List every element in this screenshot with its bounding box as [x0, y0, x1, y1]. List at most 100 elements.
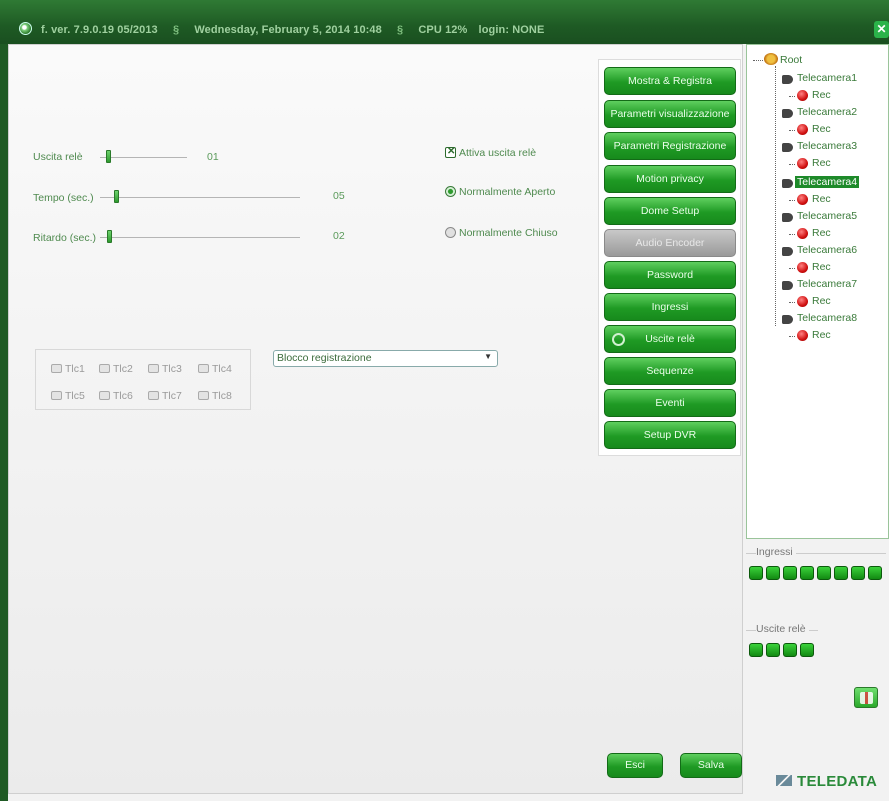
tlc-label: Tlc8	[212, 390, 232, 402]
tree-connector	[789, 164, 795, 165]
window-left-border	[0, 44, 8, 801]
ritardo-label: Ritardo (sec.)	[33, 232, 97, 244]
tree-camera[interactable]: Telecamera1	[797, 72, 857, 84]
checkbox-icon	[99, 391, 110, 400]
camera-icon	[782, 143, 793, 152]
menu-sequenze[interactable]: Sequenze	[604, 357, 736, 385]
menu-audio-encoder: Audio Encoder	[604, 229, 736, 257]
tree-camera[interactable]: Telecamera8	[797, 312, 857, 324]
tree-rec[interactable]: Rec	[812, 193, 831, 205]
tree-rec[interactable]: Rec	[812, 157, 831, 169]
rec-icon	[797, 296, 808, 307]
attiva-uscita-checkbox[interactable]	[445, 146, 456, 158]
menu-parametri-registrazione[interactable]: Parametri Registrazione	[604, 132, 736, 160]
menu-motion-privacy[interactable]: Motion privacy	[604, 165, 736, 193]
tree-rec[interactable]: Rec	[812, 261, 831, 273]
camera-icon	[782, 281, 793, 290]
normalmente-chiuso-radio[interactable]	[445, 227, 456, 238]
tlc-checkbox[interactable]: Tlc7	[148, 390, 182, 402]
tree-connector	[789, 234, 795, 235]
cpu-text: CPU 12%	[418, 24, 468, 36]
chevron-down-icon: ▼	[484, 352, 492, 361]
menu-password[interactable]: Password	[604, 261, 736, 289]
ingresso-led	[800, 566, 814, 580]
brand-text: TELEDATA	[797, 773, 878, 790]
tree-camera-selected[interactable]: Telecamera4	[795, 176, 860, 188]
tlc-label: Tlc2	[113, 363, 133, 375]
ritardo-slider-thumb[interactable]	[107, 230, 112, 243]
uscita-led	[766, 643, 780, 657]
title-bar: f. ver. 7.9.0.19 05/2013 § Wednesday, Fe…	[0, 0, 889, 44]
ritardo-value: 02	[333, 230, 345, 242]
tlc-label: Tlc7	[162, 390, 182, 402]
title-text: f. ver. 7.9.0.19 05/2013 § Wednesday, Fe…	[41, 24, 544, 36]
tree-rec[interactable]: Rec	[812, 123, 831, 135]
tlc-checkbox[interactable]: Tlc8	[198, 390, 232, 402]
tree-camera[interactable]: Telecamera2	[797, 106, 857, 118]
tree-connector	[789, 96, 795, 97]
tree-root[interactable]: Root	[780, 54, 802, 66]
tree-rec[interactable]: Rec	[812, 227, 831, 239]
rec-icon	[797, 90, 808, 101]
tempo-slider-thumb[interactable]	[114, 190, 119, 203]
menu-setup-dvr[interactable]: Setup DVR	[604, 421, 736, 449]
tlc-label: Tlc4	[212, 363, 232, 375]
tree-connector	[753, 60, 763, 61]
ingresso-led	[834, 566, 848, 580]
tlc-checkbox[interactable]: Tlc3	[148, 363, 182, 375]
ingresso-led	[851, 566, 865, 580]
menu-uscite-rele-label: Uscite relè	[645, 333, 695, 345]
tempo-slider-track[interactable]	[100, 197, 300, 198]
camera-icon	[782, 109, 793, 118]
tree-camera[interactable]: Telecamera5	[797, 210, 857, 222]
tree-connector	[789, 268, 795, 269]
tree-camera[interactable]: Telecamera6	[797, 244, 857, 256]
esci-button[interactable]: Esci	[607, 753, 663, 778]
ingressi-label: Ingressi	[756, 546, 796, 558]
tlc-checkbox[interactable]: Tlc6	[99, 390, 133, 402]
tree-rec[interactable]: Rec	[812, 89, 831, 101]
tree-camera[interactable]: Telecamera3	[797, 140, 857, 152]
menu-uscite-rele[interactable]: Uscite relè	[604, 325, 736, 353]
salva-button[interactable]: Salva	[680, 753, 742, 778]
camera-icon	[782, 179, 793, 188]
menu-parametri-visualizzazione[interactable]: Parametri visualizzazione	[604, 100, 736, 128]
tlc-checkbox[interactable]: Tlc1	[51, 363, 85, 375]
uscita-rele-value: 01	[207, 151, 219, 163]
rec-icon	[797, 228, 808, 239]
camera-icon	[782, 247, 793, 256]
menu-ingressi[interactable]: Ingressi	[604, 293, 736, 321]
normalmente-aperto-radio[interactable]	[445, 186, 456, 197]
rec-icon	[797, 194, 808, 205]
version-text: f. ver. 7.9.0.19 05/2013	[41, 24, 158, 36]
uscita-rele-slider-track[interactable]	[100, 157, 187, 158]
root-icon	[764, 53, 778, 65]
ingresso-led	[766, 566, 780, 580]
ingresso-led	[817, 566, 831, 580]
tlc-checkbox[interactable]: Tlc5	[51, 390, 85, 402]
camera-icon	[782, 75, 793, 84]
tlc-checkbox[interactable]: Tlc4	[198, 363, 232, 375]
rec-icon	[797, 330, 808, 341]
ritardo-slider-track[interactable]	[100, 237, 300, 238]
menu-mostra-registra[interactable]: Mostra & Registra	[604, 67, 736, 95]
tree-rec[interactable]: Rec	[812, 295, 831, 307]
camera-tree	[746, 44, 889, 539]
separator: §	[172, 24, 180, 36]
tree-rec[interactable]: Rec	[812, 329, 831, 341]
login-text: login: NONE	[478, 24, 545, 36]
action-select[interactable]: Blocco registrazione ▼	[273, 350, 498, 367]
tree-camera[interactable]: Telecamera7	[797, 278, 857, 290]
normalmente-aperto-label: Normalmente Aperto	[459, 186, 556, 198]
network-icon-button[interactable]	[854, 687, 878, 708]
rec-icon	[797, 124, 808, 135]
rec-icon	[797, 158, 808, 169]
tlc-checkbox[interactable]: Tlc2	[99, 363, 133, 375]
attiva-uscita-label: Attiva uscita relè	[459, 147, 537, 159]
menu-dome-setup[interactable]: Dome Setup	[604, 197, 736, 225]
checkbox-icon	[51, 364, 62, 373]
uscita-rele-slider-thumb[interactable]	[106, 150, 111, 163]
close-button[interactable]: ✕	[874, 21, 889, 38]
menu-eventi[interactable]: Eventi	[604, 389, 736, 417]
ingresso-led	[749, 566, 763, 580]
